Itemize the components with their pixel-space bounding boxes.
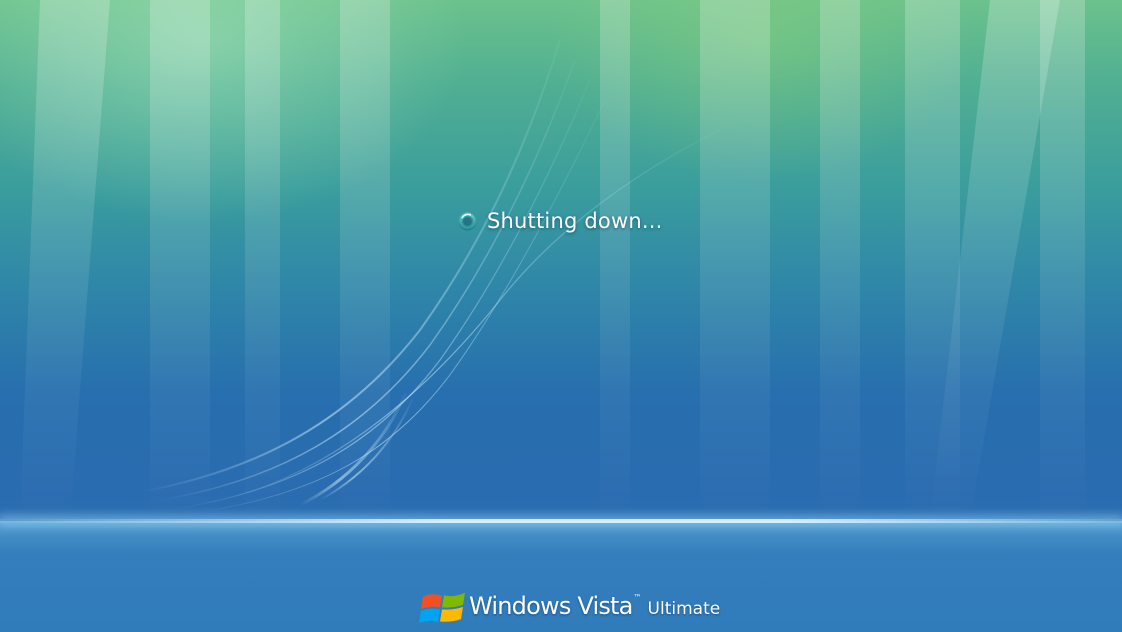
horizon-glow: [0, 519, 1122, 523]
shutdown-screen: Shutting down... Windows Vista ™ Ultimat…: [0, 0, 1122, 632]
windows-branding: Windows Vista ™ Ultimate: [419, 584, 720, 628]
shutdown-status: Shutting down...: [458, 206, 662, 236]
light-rays: [20, 0, 1085, 520]
trademark-symbol: ™: [633, 592, 642, 602]
aurora-swoosh: [139, 39, 721, 513]
status-message: Shutting down...: [487, 209, 663, 233]
product-name: Windows Vista: [469, 592, 633, 620]
product-edition: Ultimate: [647, 599, 721, 619]
windows-flag-icon: [419, 592, 465, 623]
busy-spinner-icon: [458, 211, 477, 231]
